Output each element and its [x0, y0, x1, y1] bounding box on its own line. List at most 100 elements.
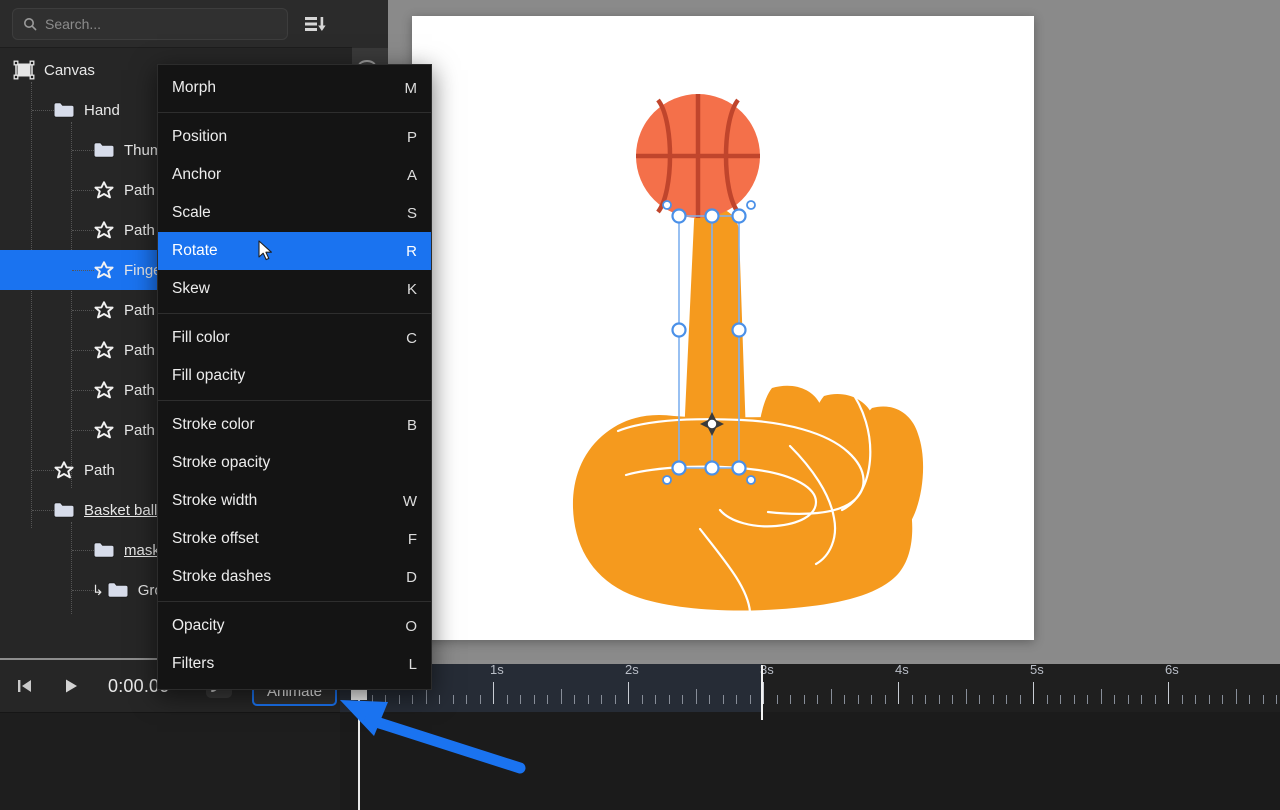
ruler-tick: [628, 682, 629, 704]
play-button[interactable]: [54, 660, 88, 712]
layer-label: Path: [124, 342, 155, 359]
ruler-tick: [1033, 682, 1034, 704]
tree-guide-connector: [32, 110, 54, 111]
ruler-tick: [1236, 689, 1237, 704]
ruler-tick: [844, 695, 845, 704]
ruler-tick: [736, 695, 737, 704]
tree-guide-connector: [72, 430, 94, 431]
ruler-tick: [1047, 695, 1048, 704]
app-root: Search... CanvasHandThumbPathPathFingerP…: [0, 0, 1280, 810]
right-panel-sliver-top: [352, 0, 388, 48]
menu-item-label: Stroke offset: [172, 530, 259, 548]
menu-item-fill-color[interactable]: Fill colorC: [158, 319, 431, 357]
folder-icon: [52, 98, 76, 122]
ruler-tick: [696, 689, 697, 704]
ruler-tick: [1276, 695, 1277, 704]
ruler-tick: [750, 695, 751, 704]
path-icon: [93, 180, 115, 200]
ruler-tick: [682, 695, 683, 704]
ruler-tick: [831, 689, 832, 704]
animate-property-context-menu[interactable]: MorphM PositionPAnchorAScaleSRotateRSkewK…: [157, 64, 432, 690]
path-icon: [92, 378, 116, 402]
layer-label: Basket ball: [84, 502, 157, 519]
ruler-label: 6s: [1165, 662, 1179, 677]
tree-guide-connector: [72, 230, 94, 231]
artboard[interactable]: [412, 16, 1034, 640]
ruler-tick: [601, 695, 602, 704]
menu-item-shortcut: C: [406, 330, 417, 347]
ruler-tick: [966, 689, 967, 704]
folder-icon: [53, 501, 75, 519]
ruler-tick: [709, 695, 710, 704]
ruler-tick: [898, 682, 899, 704]
search-icon: [23, 17, 37, 31]
ruler-tick: [925, 695, 926, 704]
path-icon: [93, 340, 115, 360]
menu-item-shortcut: P: [407, 129, 417, 146]
menu-item-shortcut: F: [408, 531, 417, 548]
ruler-tick: [790, 695, 791, 704]
canvas-viewport[interactable]: [352, 0, 1280, 660]
menu-separator: [158, 601, 431, 602]
menu-item-stroke-opacity[interactable]: Stroke opacity: [158, 444, 431, 482]
menu-item-stroke-dashes[interactable]: Stroke dashesD: [158, 558, 431, 596]
ruler-tick: [993, 695, 994, 704]
menu-separator: [158, 400, 431, 401]
menu-item-scale[interactable]: ScaleS: [158, 194, 431, 232]
path-icon: [93, 260, 115, 280]
hand-group: [573, 208, 923, 612]
ruler-tick: [723, 695, 724, 704]
menu-item-label: Skew: [172, 280, 210, 298]
ruler-tick: [1006, 695, 1007, 704]
timeline-horizontal-scrollbar[interactable]: [340, 660, 1280, 664]
layer-label: mask: [124, 542, 160, 559]
menu-item-skew[interactable]: SkewK: [158, 270, 431, 308]
ruler-tick: [858, 695, 859, 704]
tree-guide-connector: [72, 310, 94, 311]
sort-descending-icon[interactable]: [300, 12, 330, 36]
ruler-label: 2s: [625, 662, 639, 677]
annotation-arrow: [330, 686, 530, 781]
path-icon: [92, 218, 116, 242]
menu-item-filters[interactable]: FiltersL: [158, 645, 431, 683]
menu-item-position[interactable]: PositionP: [158, 118, 431, 156]
ruler-tick: [952, 695, 953, 704]
menu-separator: [158, 313, 431, 314]
time-marker[interactable]: [761, 665, 763, 720]
ruler-tick: [1222, 695, 1223, 704]
menu-item-label: Filters: [172, 655, 214, 673]
ruler-tick: [1141, 695, 1142, 704]
folder-icon: [107, 581, 129, 599]
menu-item-anchor[interactable]: AnchorA: [158, 156, 431, 194]
ruler-label: 1s: [490, 662, 504, 677]
ruler-tick: [547, 695, 548, 704]
search-input[interactable]: Search...: [12, 8, 288, 40]
menu-item-morph[interactable]: MorphM: [158, 69, 431, 107]
search-row: Search...: [0, 0, 352, 48]
ruler-tick: [1128, 695, 1129, 704]
ruler-tick: [871, 695, 872, 704]
ruler-tick: [1101, 689, 1102, 704]
layer-label: Path: [124, 302, 155, 319]
menu-item-stroke-width[interactable]: Stroke widthW: [158, 482, 431, 520]
path-icon: [93, 420, 115, 440]
path-icon: [93, 300, 115, 320]
skip-to-start-button[interactable]: [8, 660, 42, 712]
menu-item-stroke-offset[interactable]: Stroke offset F: [158, 520, 431, 558]
ruler-tick: [777, 695, 778, 704]
folder-icon: [52, 498, 76, 522]
menu-item-stroke-color[interactable]: Stroke colorB: [158, 406, 431, 444]
ruler-tick: [885, 695, 886, 704]
ruler-tick: [561, 689, 562, 704]
ruler-tick: [1249, 695, 1250, 704]
menu-item-opacity[interactable]: OpacityO: [158, 607, 431, 645]
ruler-tick: [574, 695, 575, 704]
menu-item-label: Scale: [172, 204, 211, 222]
artboard-icon: [12, 58, 36, 82]
menu-item-rotate[interactable]: RotateR: [158, 232, 431, 270]
ruler-tick: [588, 695, 589, 704]
menu-item-label: Stroke dashes: [172, 568, 271, 586]
menu-item-fill-opacity[interactable]: Fill opacity: [158, 357, 431, 395]
index-finger-path: [684, 208, 746, 436]
menu-item-label: Stroke color: [172, 416, 255, 434]
